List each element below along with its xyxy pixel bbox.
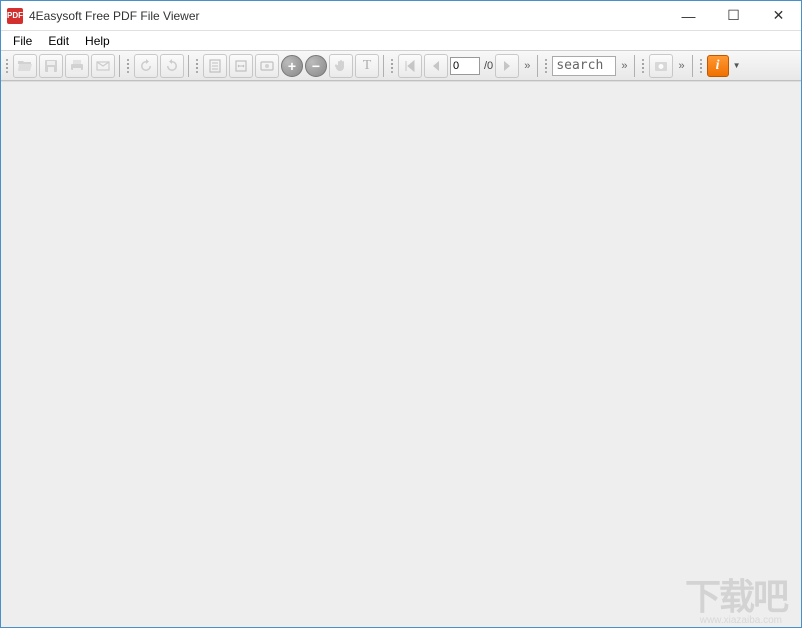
minus-icon: − <box>312 58 320 74</box>
actual-size-button[interactable] <box>255 54 279 78</box>
window-controls: — ☐ ✕ <box>666 1 801 30</box>
overflow-chevron[interactable]: » <box>678 60 684 72</box>
rotate-left-icon <box>138 58 154 74</box>
menu-edit[interactable]: Edit <box>40 32 77 50</box>
toolbar-grip[interactable] <box>5 56 10 76</box>
toolbar-group-snapshot: » <box>649 54 687 78</box>
folder-open-icon <box>17 58 33 74</box>
prev-page-icon <box>428 58 444 74</box>
email-button[interactable] <box>91 54 115 78</box>
plus-icon: + <box>288 58 296 74</box>
toolbar-grip[interactable] <box>699 56 704 76</box>
toolbar-group-search: » <box>552 56 630 76</box>
fit-width-icon <box>233 58 249 74</box>
first-page-icon <box>402 58 418 74</box>
separator <box>383 55 384 77</box>
toolbar-grip[interactable] <box>641 56 646 76</box>
save-button[interactable] <box>39 54 63 78</box>
next-page-icon <box>499 58 515 74</box>
toolbar: + − T /0 » <box>1 51 801 81</box>
menu-bar: File Edit Help <box>1 31 801 51</box>
hand-tool-button[interactable] <box>329 54 353 78</box>
toolbar-grip[interactable] <box>195 56 200 76</box>
overflow-chevron[interactable]: » <box>524 60 530 72</box>
snapshot-icon <box>653 58 669 74</box>
toolbar-group-file <box>13 54 115 78</box>
dropdown-arrow-icon[interactable]: ▼ <box>733 61 741 70</box>
text-select-button[interactable]: T <box>355 54 379 78</box>
toolbar-grip[interactable] <box>390 56 395 76</box>
menu-file[interactable]: File <box>5 32 40 50</box>
rotate-right-button[interactable] <box>160 54 184 78</box>
open-button[interactable] <box>13 54 37 78</box>
search-input[interactable] <box>552 56 616 76</box>
fit-page-button[interactable] <box>203 54 227 78</box>
zoom-in-button[interactable]: + <box>281 55 303 77</box>
text-icon: T <box>363 58 372 74</box>
separator <box>634 55 635 77</box>
hand-icon <box>333 58 349 74</box>
save-icon <box>43 58 59 74</box>
rotate-left-button[interactable] <box>134 54 158 78</box>
separator <box>188 55 189 77</box>
snapshot-button[interactable] <box>649 54 673 78</box>
info-button[interactable]: i <box>707 55 729 77</box>
first-page-button[interactable] <box>398 54 422 78</box>
print-icon <box>69 58 85 74</box>
fit-width-button[interactable] <box>229 54 253 78</box>
rotate-right-icon <box>164 58 180 74</box>
fit-page-icon <box>207 58 223 74</box>
page-number-input[interactable] <box>450 57 480 75</box>
overflow-chevron[interactable]: » <box>621 60 627 72</box>
page-total-label: /0 <box>484 60 493 72</box>
actual-size-icon <box>259 58 275 74</box>
mail-icon <box>95 58 111 74</box>
toolbar-group-nav: /0 » <box>398 54 533 78</box>
toolbar-group-info: i ▼ <box>707 55 741 77</box>
application-window: PDF 4Easysoft Free PDF File Viewer — ☐ ✕… <box>0 0 802 628</box>
toolbar-group-rotate <box>134 54 184 78</box>
minimize-button[interactable]: — <box>666 1 711 30</box>
prev-page-button[interactable] <box>424 54 448 78</box>
separator <box>692 55 693 77</box>
toolbar-group-view: + − T <box>203 54 379 78</box>
titlebar: PDF 4Easysoft Free PDF File Viewer — ☐ ✕ <box>1 1 801 31</box>
app-icon: PDF <box>7 8 23 24</box>
close-button[interactable]: ✕ <box>756 1 801 30</box>
separator <box>119 55 120 77</box>
window-title: 4Easysoft Free PDF File Viewer <box>29 9 666 23</box>
next-page-button[interactable] <box>495 54 519 78</box>
menu-help[interactable]: Help <box>77 32 118 50</box>
toolbar-grip[interactable] <box>544 56 549 76</box>
maximize-button[interactable]: ☐ <box>711 1 756 30</box>
toolbar-grip[interactable] <box>126 56 131 76</box>
document-viewport[interactable] <box>1 81 801 627</box>
separator <box>537 55 538 77</box>
zoom-out-button[interactable]: − <box>305 55 327 77</box>
print-button[interactable] <box>65 54 89 78</box>
